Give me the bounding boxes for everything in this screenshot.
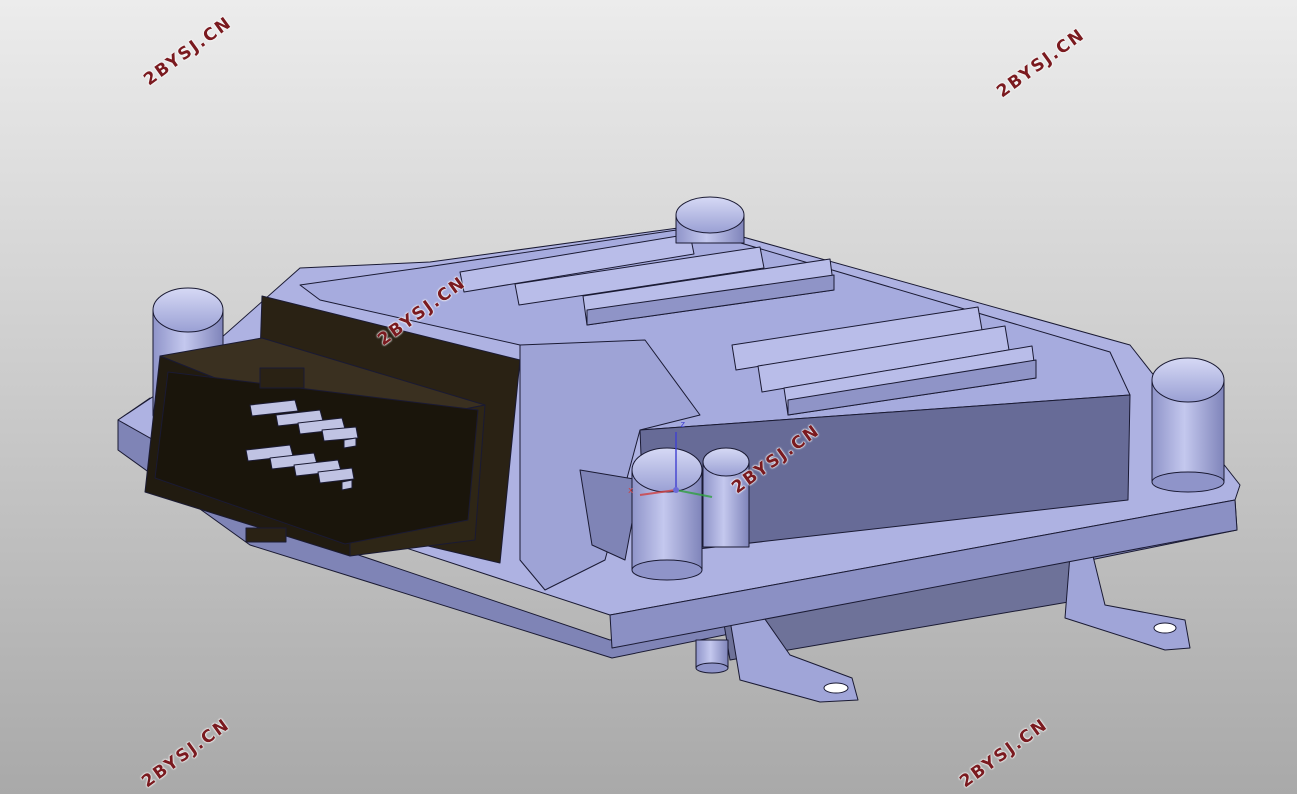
connector-foot [245, 527, 287, 543]
right-bracket-hole [1153, 622, 1177, 634]
mounting-post-rear-right [675, 196, 745, 244]
axis-origin [673, 487, 679, 493]
mounting-post-front-left [631, 447, 703, 581]
connector-latch [259, 367, 305, 389]
model-canvas[interactable] [0, 0, 1297, 794]
left-bracket-hole [823, 682, 849, 694]
cad-3d-viewport[interactable]: x z 2BYSJ.CN 2BYSJ.CN 2BYSJ.CN 2BYSJ.CN … [0, 0, 1297, 794]
mounting-post-front-right [1151, 357, 1225, 493]
mounting-post-bottom [695, 639, 729, 674]
